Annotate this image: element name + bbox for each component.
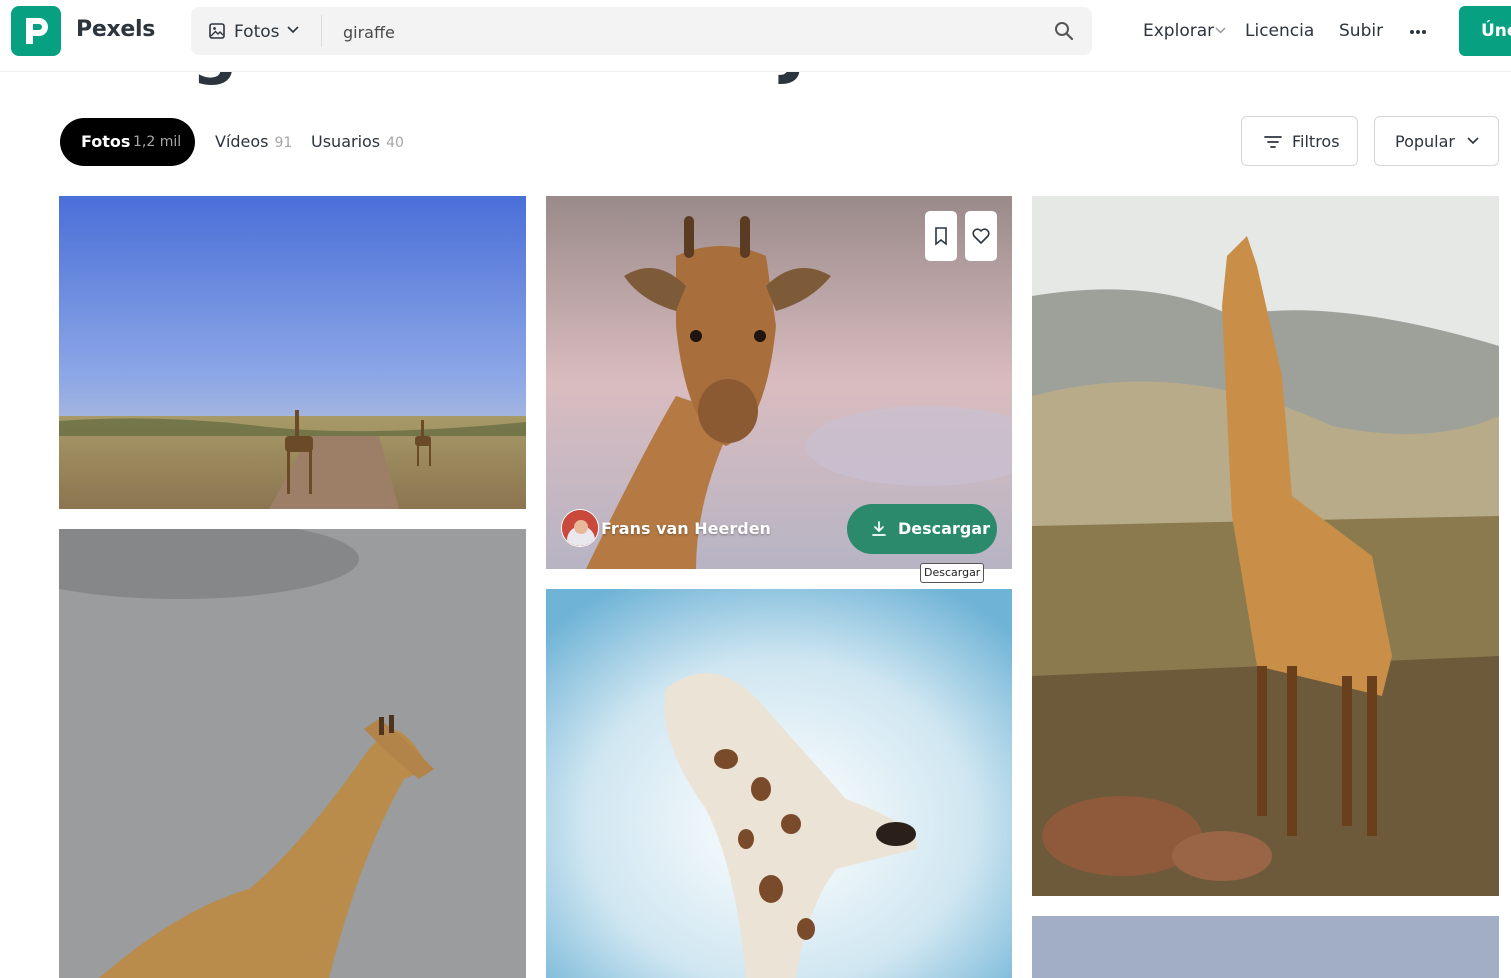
giraffe-hills-photo bbox=[1032, 196, 1499, 896]
heart-icon bbox=[972, 228, 990, 244]
tab-photos[interactable]: Fotos 1,2 mil bbox=[60, 118, 195, 166]
avatar[interactable] bbox=[561, 509, 599, 547]
giraffe-photo-partial bbox=[1032, 916, 1499, 978]
sort-select[interactable]: Popular bbox=[1374, 116, 1499, 166]
photo-card[interactable] bbox=[59, 529, 526, 978]
nav-upload[interactable]: Subir bbox=[1339, 21, 1383, 41]
filters-button[interactable]: Filtros bbox=[1241, 116, 1358, 166]
filter-icon bbox=[1264, 136, 1282, 148]
giraffe-looking-up-photo bbox=[546, 589, 1012, 978]
pexels-logo[interactable] bbox=[11, 6, 61, 56]
image-icon bbox=[209, 23, 225, 39]
giraffes-savanna-photo bbox=[59, 196, 526, 509]
sort-label: Popular bbox=[1395, 132, 1455, 151]
author-name[interactable]: Frans van Heerden bbox=[601, 519, 771, 538]
like-button[interactable] bbox=[965, 211, 997, 261]
nav-explore[interactable]: Explorar bbox=[1143, 21, 1214, 41]
tab-users[interactable]: Usuarios 40 bbox=[311, 132, 404, 151]
photo-card[interactable] bbox=[1032, 196, 1499, 896]
search-bar: Fotos bbox=[191, 7, 1092, 55]
tab-videos[interactable]: Vídeos 91 bbox=[215, 132, 292, 151]
chevron-down-icon bbox=[1467, 137, 1479, 145]
join-button[interactable]: Únete bbox=[1459, 6, 1511, 56]
nav-license[interactable]: Licencia bbox=[1245, 21, 1314, 41]
search-divider bbox=[321, 15, 322, 47]
chevron-down-icon bbox=[1215, 27, 1226, 34]
more-options-icon[interactable] bbox=[1408, 22, 1428, 42]
photo-card[interactable] bbox=[1032, 916, 1499, 978]
search-input[interactable] bbox=[341, 17, 1035, 47]
bookmark-icon bbox=[935, 227, 947, 246]
photo-card[interactable] bbox=[546, 589, 1012, 978]
tab-photos-count: 1,2 mil bbox=[133, 134, 182, 150]
download-label: Descargar bbox=[898, 519, 990, 538]
giraffe-grey-sky-photo bbox=[59, 529, 526, 978]
search-type-label: Fotos bbox=[234, 22, 280, 42]
tab-photos-label: Fotos bbox=[81, 132, 131, 151]
search-icon[interactable] bbox=[1054, 21, 1074, 41]
tab-videos-label: Vídeos bbox=[215, 132, 269, 151]
download-tooltip: Descargar bbox=[920, 563, 985, 583]
pexels-logo-icon bbox=[26, 18, 48, 44]
download-icon bbox=[872, 521, 886, 536]
tab-users-count: 40 bbox=[386, 135, 404, 151]
download-button[interactable]: Descargar bbox=[847, 504, 997, 554]
tab-videos-count: 91 bbox=[274, 135, 293, 151]
top-header: Pexels Fotos Explorar Licencia Subir Úne… bbox=[0, 0, 1511, 72]
brand-name[interactable]: Pexels bbox=[76, 17, 155, 42]
tab-users-label: Usuarios bbox=[311, 132, 381, 151]
photo-card-hovered[interactable]: Frans van Heerden Descargar bbox=[546, 196, 1012, 569]
search-type-select[interactable]: Fotos bbox=[191, 7, 321, 55]
photo-card[interactable] bbox=[59, 196, 526, 509]
chevron-down-icon bbox=[287, 26, 299, 34]
filters-label: Filtros bbox=[1292, 132, 1340, 151]
bookmark-button[interactable] bbox=[925, 211, 957, 261]
